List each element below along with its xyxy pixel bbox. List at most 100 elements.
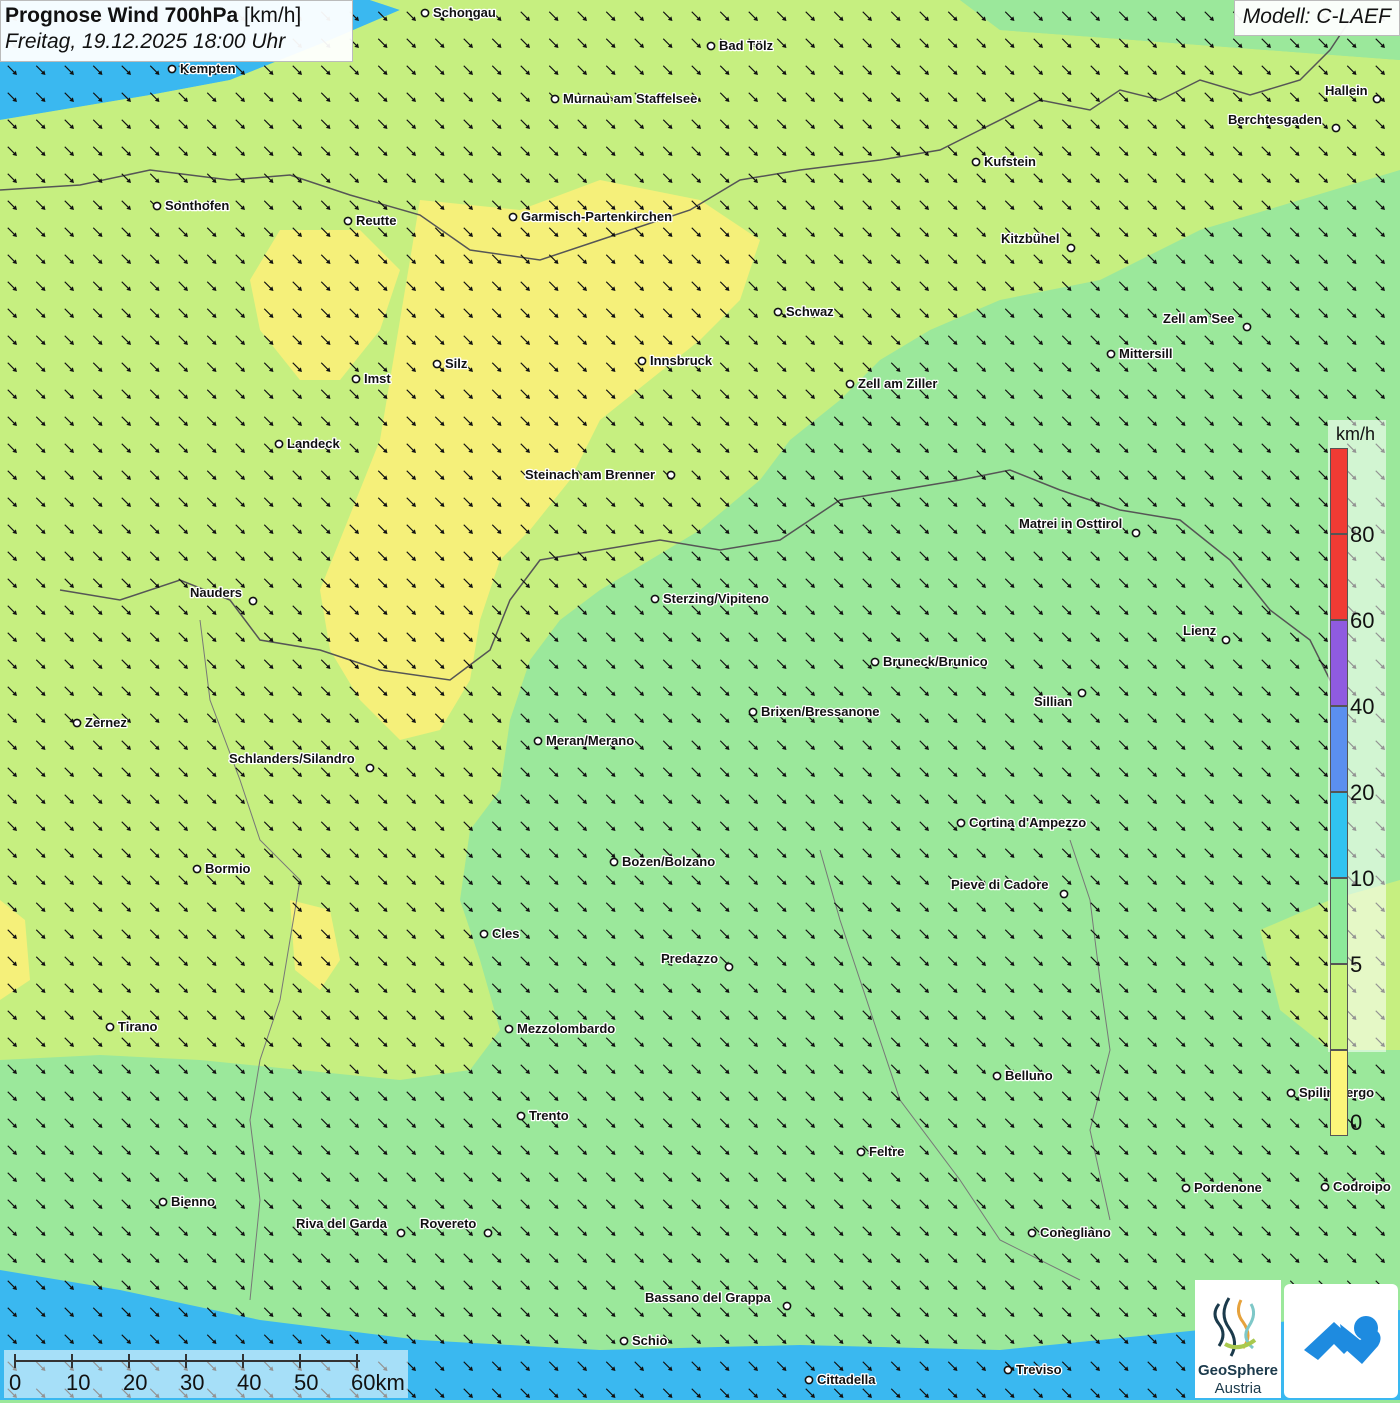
title-unit: [km/h] — [244, 4, 302, 27]
legend-swatch-5 — [1330, 964, 1348, 1050]
legend-swatch-10 — [1330, 878, 1348, 964]
place-dot-icon — [351, 374, 361, 384]
geosphere-logo: GeoSphere Austria — [1195, 1280, 1281, 1398]
legend-swatch-80 — [1330, 534, 1348, 620]
geosphere-emblem-icon — [1213, 1297, 1257, 1357]
place-label: Kufstein — [984, 154, 1036, 169]
place-dot-icon — [845, 379, 855, 389]
legend-swatch-top — [1330, 448, 1348, 534]
place-label: Sillian — [1034, 694, 1072, 709]
place-label: Brixen/Bressanone — [761, 704, 880, 719]
place-label: Bruneck/Brunico — [883, 654, 988, 669]
place-label: Sonthofen — [165, 198, 229, 213]
place-marker: Brixen/Bressanone — [748, 703, 881, 720]
wind-map[interactable]: Schongau Bad Tölz Kempten Murnau am Staffel… — [0, 0, 1400, 1400]
place-dot-icon — [167, 64, 177, 74]
place-dot-icon — [504, 1024, 514, 1034]
place-label: Steinach am Brenner — [525, 467, 655, 482]
legend-unit: km/h — [1336, 424, 1376, 444]
place-marker: Innsbruck — [637, 352, 714, 369]
legend-label-5: 5 — [1350, 952, 1363, 977]
place-dot-icon — [192, 864, 202, 874]
color-legend: km/h 80 60 40 20 10 5 0 — [1328, 420, 1386, 1136]
place-label: Reutte — [356, 213, 396, 228]
place-dot-icon — [396, 1228, 406, 1238]
place-label: Schio — [632, 1333, 667, 1348]
place-label: Trento — [529, 1108, 569, 1123]
place-dot-icon — [1003, 1365, 1013, 1375]
map-title: Prognose Wind 700hPa [km/h] — [5, 4, 348, 28]
place-dot-icon — [782, 1301, 792, 1311]
place-dot-icon — [1242, 322, 1252, 332]
place-dot-icon — [724, 962, 734, 972]
place-dot-icon — [773, 307, 783, 317]
scale-label: 10 — [66, 1370, 91, 1395]
place-label: Lienz — [1183, 623, 1217, 638]
place-dot-icon — [666, 470, 676, 480]
place-dot-icon — [706, 41, 716, 51]
place-label: Treviso — [1016, 1362, 1062, 1377]
legend-swatch-60 — [1330, 620, 1348, 706]
place-label: Garmisch-Partenkirchen — [521, 209, 672, 224]
place-label: Schlanders/Silandro — [229, 751, 355, 766]
place-label: Pieve di Cadore — [951, 877, 1049, 892]
place-dot-icon — [274, 439, 284, 449]
place-marker: Zell am Ziller — [845, 375, 939, 392]
legend-label-60: 60 — [1350, 608, 1375, 633]
place-label: Pordenone — [1194, 1180, 1262, 1195]
place-dot-icon — [508, 212, 518, 222]
place-label: Matrei in Osttirol — [1019, 516, 1122, 531]
place-label: Cittadella — [817, 1372, 876, 1387]
place-dot-icon — [516, 1111, 526, 1121]
place-dot-icon — [804, 1375, 814, 1385]
place-dot-icon — [158, 1197, 168, 1207]
place-label: Murnau am Staffelsee — [563, 91, 697, 106]
place-label: Bassano del Grappa — [645, 1290, 771, 1305]
place-label: Predazzo — [661, 951, 718, 966]
place-marker: Bruneck/Brunico — [870, 653, 989, 670]
scale-tick — [356, 1354, 358, 1368]
place-label: Riva del Garda — [296, 1216, 388, 1231]
legend-swatch-40 — [1330, 706, 1348, 792]
place-dot-icon — [1059, 889, 1069, 899]
place-dot-icon — [1320, 1182, 1330, 1192]
place-dot-icon — [550, 94, 560, 104]
legend-label-0: 0 — [1350, 1110, 1363, 1135]
model-label: Modell: C-LAEF — [1233, 0, 1400, 36]
place-dot-icon — [420, 8, 430, 18]
place-dot-icon — [1131, 528, 1141, 538]
place-label: Kempten — [180, 61, 236, 76]
title-main: Prognose Wind 700hPa — [5, 4, 239, 27]
place-label: Nauders — [190, 585, 242, 600]
place-dot-icon — [248, 596, 258, 606]
logo-org-name: GeoSphere — [1197, 1362, 1279, 1379]
legend-swatch-0 — [1330, 1050, 1348, 1136]
place-dot-icon — [870, 657, 880, 667]
place-dot-icon — [1027, 1228, 1037, 1238]
place-dot-icon — [1077, 688, 1087, 698]
map-subtitle: Freitag, 19.12.2025 18:00 Uhr — [5, 30, 286, 53]
place-dot-icon — [72, 718, 82, 728]
place-dot-icon — [1372, 94, 1382, 104]
place-label: Feltre — [869, 1144, 904, 1159]
place-label: Rovereto — [420, 1216, 476, 1231]
place-marker: Mezzolombardo — [504, 1020, 617, 1037]
place-dot-icon — [609, 857, 619, 867]
place-label: Zernez — [85, 715, 127, 730]
place-label: Bormio — [205, 861, 251, 876]
scale-label: 50 — [294, 1370, 319, 1395]
scale-label: 60km — [351, 1370, 405, 1395]
scale-tick — [14, 1354, 16, 1368]
place-label: Berchtesgaden — [1228, 112, 1322, 127]
place-label: Mezzolombardo — [517, 1021, 615, 1036]
place-label: Cortina d'Ampezzo — [969, 815, 1086, 830]
place-label: Belluno — [1005, 1068, 1053, 1083]
app-logo[interactable] — [1284, 1284, 1398, 1398]
place-label: Tirano — [118, 1019, 158, 1034]
legend-label-20: 20 — [1350, 780, 1375, 805]
place-marker: Bozen/Bolzano — [609, 853, 717, 870]
place-marker: Sterzing/Vipiteno — [650, 590, 770, 607]
scale-label: 0 — [9, 1370, 22, 1395]
place-marker: Sonthofen — [152, 197, 231, 214]
place-dot-icon — [479, 929, 489, 939]
